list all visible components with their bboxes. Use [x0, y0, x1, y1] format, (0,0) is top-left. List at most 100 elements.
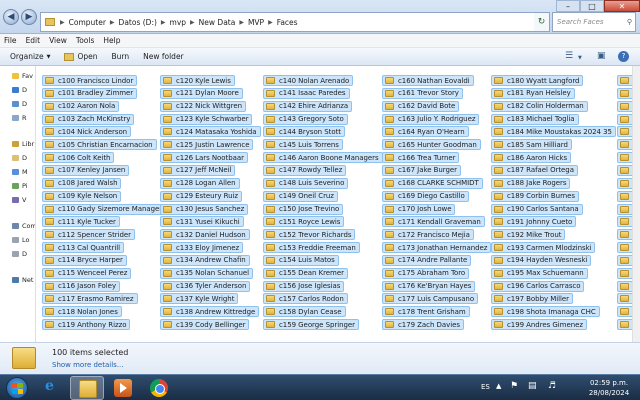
close-button[interactable]: ✕ — [604, 0, 640, 12]
folder-item[interactable]: c131 Yusei Kikuchi — [160, 216, 244, 228]
show-more-details-link[interactable]: Show more details... — [52, 361, 123, 369]
folder-item[interactable]: c109 Kyle Nelson — [42, 190, 122, 202]
folder-item[interactable]: c196 Carlos Carrasco — [491, 280, 585, 292]
folder-item[interactable]: c199 Andres Gimenez — [491, 319, 587, 331]
taskbar-internet-explorer[interactable]: e — [34, 376, 68, 400]
folder-item[interactable]: c161 Trevor Story — [382, 87, 463, 99]
nav-music[interactable]: M — [12, 168, 28, 176]
folder-item[interactable]: c138 Andrew Kittredge — [160, 306, 260, 318]
nav-network[interactable]: Net — [12, 276, 33, 284]
folder-item[interactable]: c118 Nolan Jones — [42, 306, 122, 318]
nav-local-disk[interactable]: Lo — [12, 236, 29, 244]
folder-item[interactable]: c173 Jonathan Hernandez — [382, 242, 492, 254]
folder-item[interactable]: c119 Anthony Rizzo — [42, 319, 131, 331]
folder-item[interactable]: c143 Gregory Soto — [263, 113, 348, 125]
minimize-button[interactable]: – — [556, 0, 580, 12]
folder-item[interactable]: c128 Logan Allen — [160, 177, 240, 189]
folder-item[interactable]: c153 Freddie Freeman — [263, 242, 360, 254]
folder-item[interactable]: c186 Aaron Hicks — [491, 152, 572, 164]
folder-item[interactable]: c123 Kyle Schwarber — [160, 113, 253, 125]
burn-button[interactable]: Burn — [112, 52, 130, 61]
folder-item[interactable]: c198 Shota Imanaga CHC — [491, 306, 600, 318]
taskbar-windows-explorer[interactable] — [70, 376, 104, 400]
nav-data-drive[interactable]: D — [12, 250, 27, 258]
folder-item[interactable]: c111 Kyle Tucker — [42, 216, 120, 228]
folder-item[interactable]: c139 Cody Bellinger — [160, 319, 250, 331]
folder-item[interactable]: c158 Dylan Cease — [263, 306, 346, 318]
back-button[interactable]: ◀ — [3, 9, 19, 25]
chevron-down-icon[interactable]: ▼ — [578, 55, 582, 61]
folder-item[interactable]: c167 Jake Burger — [382, 164, 461, 176]
folder-item[interactable]: c177 Luis Campusano — [382, 293, 479, 305]
address-bar[interactable]: ▶ Computer ▶ Datos (D:) ▶ mvp ▶ New Data… — [40, 12, 540, 32]
help-icon[interactable]: ? — [618, 51, 629, 62]
breadcrumb-computer[interactable]: Computer — [69, 18, 106, 27]
folder-item[interactable]: c180 Wyatt Langford — [491, 75, 584, 86]
folder-item[interactable]: c115 Wenceel Perez — [42, 267, 132, 279]
folder-item[interactable]: c106 Colt Keith — [42, 152, 115, 164]
taskbar-chrome[interactable] — [142, 376, 176, 400]
folder-item[interactable]: c120 Kyle Lewis — [160, 75, 235, 86]
nav-favorites[interactable]: Fav — [12, 72, 33, 80]
folder-item[interactable]: c195 Max Schuemann — [491, 267, 588, 279]
folder-item[interactable]: c148 Luis Severino — [263, 177, 349, 189]
vertical-scrollbar[interactable] — [632, 66, 640, 342]
breadcrumb-drive[interactable]: Datos (D:) — [119, 18, 157, 27]
folder-item[interactable]: c185 Sam Hilliard — [491, 139, 572, 151]
folder-item[interactable]: c146 Aaron Boone Managers — [263, 152, 383, 164]
folder-item[interactable]: c160 Nathan Eovaldi — [382, 75, 474, 86]
start-button[interactable] — [6, 377, 28, 399]
folder-item[interactable]: c127 Jeff McNeil — [160, 164, 236, 176]
folder-item[interactable]: c163 Julio Y. Rodriguez — [382, 113, 480, 125]
folder-item[interactable]: c188 Jake Rogers — [491, 177, 571, 189]
volume-icon[interactable]: ♬ — [548, 381, 556, 391]
breadcrumb-new-data[interactable]: New Data — [199, 18, 236, 27]
folder-item[interactable]: c194 Hayden Wesneski — [491, 254, 592, 266]
folder-item[interactable]: c147 Rowdy Tellez — [263, 164, 347, 176]
folder-item[interactable]: c159 George Springer — [263, 319, 359, 331]
language-indicator[interactable]: ES — [481, 383, 490, 391]
nav-libraries[interactable]: Libr — [12, 140, 34, 148]
folder-item[interactable]: c144 Bryson Stott — [263, 126, 345, 138]
nav-downloads[interactable]: D — [12, 100, 27, 108]
folder-item[interactable]: c181 Ryan Helsley — [491, 87, 575, 99]
folder-item[interactable]: c114 Bryce Harper — [42, 254, 127, 266]
folder-item[interactable]: c157 Carlos Rodon — [263, 293, 348, 305]
flag-icon[interactable]: ⚑ — [510, 381, 518, 391]
search-input[interactable]: Search Faces ⚲ — [552, 12, 636, 32]
folder-item[interactable]: c149 Oneil Cruz — [263, 190, 338, 202]
chevron-up-icon[interactable]: ▲ — [496, 382, 501, 390]
folder-item[interactable]: c184 Mike Moustakas 2024 35 — [491, 126, 616, 138]
folder-item[interactable]: c166 Trea Turner — [382, 152, 460, 164]
view-options-icon[interactable]: ☰ — [565, 51, 573, 61]
nav-recent[interactable]: R — [12, 114, 27, 122]
menu-view[interactable]: View — [49, 36, 67, 45]
folder-item[interactable]: c137 Kyle Wright — [160, 293, 239, 305]
folder-item[interactable]: c168 CLARKE SCHMIDT — [382, 177, 483, 189]
folder-item[interactable]: c187 Rafael Ortega — [491, 164, 578, 176]
folder-item[interactable]: c171 Kendall Graveman — [382, 216, 485, 228]
folder-item[interactable]: c192 Mike Trout — [491, 229, 566, 241]
folder-item[interactable]: c156 Jose Iglesias — [263, 280, 345, 292]
folder-item[interactable]: c154 Luis Matos — [263, 254, 339, 266]
folder-item[interactable]: c126 Lars Nootbaar — [160, 152, 248, 164]
breadcrumb-mvp-folder[interactable]: MVP — [248, 18, 264, 27]
breadcrumb-faces[interactable]: Faces — [277, 18, 298, 27]
folder-item[interactable]: c155 Dean Kremer — [263, 267, 348, 279]
menu-edit[interactable]: Edit — [26, 36, 41, 45]
new-folder-button[interactable]: New folder — [143, 52, 184, 61]
folder-item[interactable]: c107 Kenley Jansen — [42, 164, 130, 176]
folder-item[interactable]: c101 Bradley Zimmer — [42, 87, 138, 99]
folder-item[interactable]: c130 Jesus Sanchez — [160, 203, 249, 215]
folder-item[interactable]: c145 Luis Torrens — [263, 139, 343, 151]
folder-item[interactable]: c174 Andre Pallante — [382, 254, 472, 266]
folder-item[interactable]: c112 Spencer Strider — [42, 229, 135, 241]
folder-item[interactable]: c182 Colin Holderman — [491, 100, 588, 112]
breadcrumb-mvp[interactable]: mvp — [170, 18, 187, 27]
folder-item[interactable]: c191 Johnny Cueto — [491, 216, 577, 228]
folder-item[interactable]: c134 Andrew Chafin — [160, 254, 250, 266]
folder-item[interactable]: c105 Christian Encarnacion — [42, 139, 157, 151]
menu-tools[interactable]: Tools — [76, 36, 94, 45]
folder-item[interactable]: c178 Trent Grisham — [382, 306, 470, 318]
forward-button[interactable]: ▶ — [21, 9, 37, 25]
